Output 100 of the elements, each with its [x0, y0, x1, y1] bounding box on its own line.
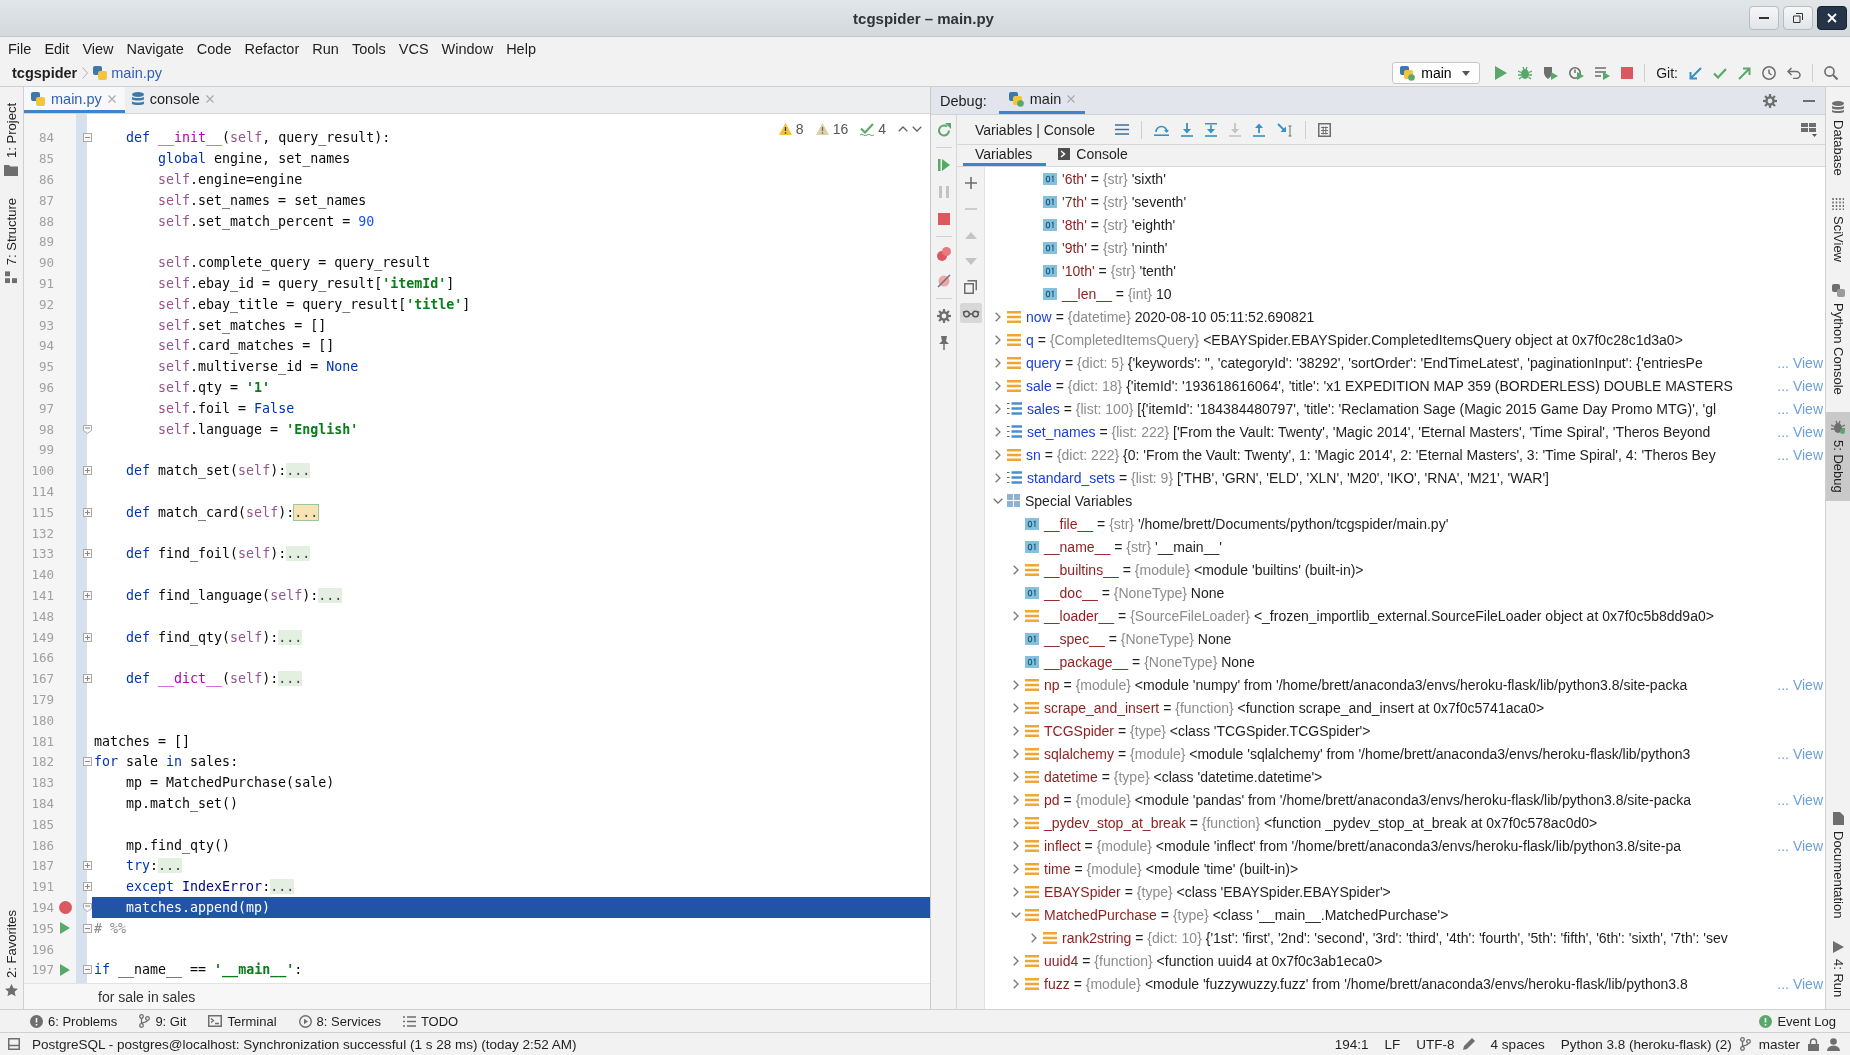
stop-icon[interactable]: [937, 212, 950, 225]
chevron-right-icon[interactable]: [1013, 978, 1019, 989]
minimize-icon[interactable]: [1803, 99, 1815, 102]
chevron-right-icon[interactable]: [1013, 863, 1019, 874]
menu-item[interactable]: Run: [305, 39, 345, 58]
menu-item[interactable]: Window: [434, 39, 500, 58]
layout-icon[interactable]: [1801, 122, 1817, 137]
menu-item[interactable]: VCS: [391, 39, 435, 58]
tool-window-button[interactable]: 5: Debug: [1826, 412, 1850, 502]
fold-plus-icon[interactable]: [83, 674, 92, 684]
menu-item[interactable]: File: [1, 39, 38, 58]
event-log-button[interactable]: Event Log: [1759, 1013, 1836, 1029]
tool-window-button[interactable]: 2: Favorites: [0, 906, 23, 1001]
close-button[interactable]: [1817, 6, 1847, 30]
status-item[interactable]: UTF-8: [1416, 1036, 1455, 1052]
menu-icon[interactable]: [1115, 124, 1130, 135]
menu-item[interactable]: Navigate: [119, 39, 190, 58]
down-arrow-lines-icon[interactable]: [1205, 122, 1218, 137]
tool-window-button[interactable]: 8: Services: [298, 1013, 381, 1029]
tool-window-button[interactable]: Terminal: [208, 1013, 277, 1029]
menu-item[interactable]: View: [75, 39, 120, 58]
tool-window-button[interactable]: 9: Git: [139, 1013, 187, 1029]
pencil-icon[interactable]: [1462, 1038, 1475, 1050]
status-item[interactable]: 4 spaces: [1490, 1036, 1545, 1052]
chevron-right-icon[interactable]: [995, 380, 1001, 391]
breadcrumb[interactable]: main.py: [93, 65, 163, 81]
fold-plus-icon[interactable]: [83, 507, 92, 517]
overlapping-circles-icon[interactable]: [936, 246, 951, 261]
chevron-right-icon[interactable]: [995, 357, 1001, 368]
chevron-right-icon[interactable]: [995, 334, 1001, 345]
chevron-down-icon[interactable]: [912, 126, 922, 132]
menu-item[interactable]: Help: [499, 39, 542, 58]
arrow-down-left-icon[interactable]: [1689, 66, 1702, 80]
editor-tab[interactable]: console: [124, 87, 223, 113]
restore-button[interactable]: [1783, 6, 1813, 30]
refresh-icon[interactable]: [936, 122, 951, 137]
fold-plus-icon[interactable]: [83, 549, 92, 559]
chevron-right-icon[interactable]: [1013, 702, 1019, 713]
chevron-right-icon[interactable]: [1013, 771, 1019, 782]
menu-item[interactable]: Refactor: [237, 39, 306, 58]
chevron-right-icon[interactable]: [1013, 840, 1019, 851]
status-item[interactable]: Python 3.8 (heroku-flask) (2): [1560, 1036, 1732, 1052]
chevron-right-icon[interactable]: [1031, 932, 1037, 943]
minimize-button[interactable]: [1749, 6, 1779, 30]
play-icon[interactable]: [1495, 66, 1508, 80]
chevron-right-icon[interactable]: [1013, 886, 1019, 897]
undo-icon[interactable]: [1787, 67, 1801, 79]
copy-icon[interactable]: [964, 280, 977, 294]
fold-minus-icon[interactable]: [83, 965, 92, 975]
fold-end-icon[interactable]: [83, 424, 92, 434]
tool-window-button[interactable]: Python Console: [1826, 279, 1850, 399]
panel-icon[interactable]: [8, 1038, 20, 1050]
tool-window-button[interactable]: 1: Project: [0, 99, 23, 180]
resume-icon[interactable]: [937, 158, 950, 171]
chevron-right-icon[interactable]: [995, 472, 1001, 483]
lock-icon[interactable]: [1808, 1037, 1819, 1051]
person-icon[interactable]: [1827, 1037, 1840, 1051]
code-breadcrumb[interactable]: for sale in sales: [98, 988, 196, 1005]
chevron-down-icon[interactable]: [993, 497, 1003, 504]
fold-end-icon[interactable]: [83, 902, 92, 912]
status-item[interactable]: 194:1: [1334, 1036, 1369, 1052]
fold-minus-icon[interactable]: [83, 923, 92, 933]
up-arrow-line-icon[interactable]: [1253, 122, 1266, 137]
plus-icon[interactable]: [964, 177, 977, 189]
breadcrumb[interactable]: tcgspider: [12, 65, 78, 81]
gauge-play-icon[interactable]: [1569, 66, 1585, 80]
clock-icon[interactable]: [1762, 66, 1776, 80]
status-item[interactable]: LF: [1384, 1036, 1401, 1052]
search-icon[interactable]: [1824, 66, 1838, 80]
inspection-count[interactable]: 8: [795, 121, 804, 137]
chevron-down-icon[interactable]: [1011, 911, 1021, 918]
chevron-up-icon[interactable]: [898, 126, 908, 132]
down-arrow-line-icon[interactable]: [1181, 122, 1194, 137]
fold-plus-icon[interactable]: [83, 466, 92, 476]
menu-item[interactable]: Tools: [344, 39, 392, 58]
status-item[interactable]: master: [1758, 1036, 1800, 1052]
panel-tab[interactable]: Console: [1046, 145, 1142, 166]
inspection-count[interactable]: 4: [878, 121, 886, 137]
chevron-right-icon[interactable]: [1013, 725, 1019, 736]
settings-icon[interactable]: [936, 308, 951, 323]
run-config-dropdown[interactable]: main: [1392, 62, 1481, 84]
tool-window-button[interactable]: TODO: [402, 1013, 459, 1029]
fold-plus-icon[interactable]: [83, 861, 92, 871]
fold-plus-icon[interactable]: [83, 632, 92, 642]
list-play-icon[interactable]: [1595, 66, 1611, 80]
tool-window-button[interactable]: Documentation: [1826, 808, 1850, 923]
chevron-right-icon[interactable]: [995, 403, 1001, 414]
chevron-right-icon[interactable]: [995, 426, 1001, 437]
tool-window-button[interactable]: SciView: [1826, 193, 1850, 266]
chevron-right-icon[interactable]: [1013, 817, 1019, 828]
chevron-right-icon[interactable]: [1013, 679, 1019, 690]
chevron-right-icon[interactable]: [995, 311, 1001, 322]
chevron-right-icon[interactable]: [995, 449, 1001, 460]
fold-minus-icon[interactable]: [83, 133, 92, 143]
menu-item[interactable]: Code: [189, 39, 238, 58]
tool-window-button[interactable]: 7: Structure: [0, 193, 23, 288]
bug-icon[interactable]: [1518, 66, 1533, 80]
arrow-cursor-icon[interactable]: [1277, 122, 1294, 137]
chevron-right-icon[interactable]: [1013, 564, 1019, 575]
play-icon[interactable]: [60, 963, 70, 976]
